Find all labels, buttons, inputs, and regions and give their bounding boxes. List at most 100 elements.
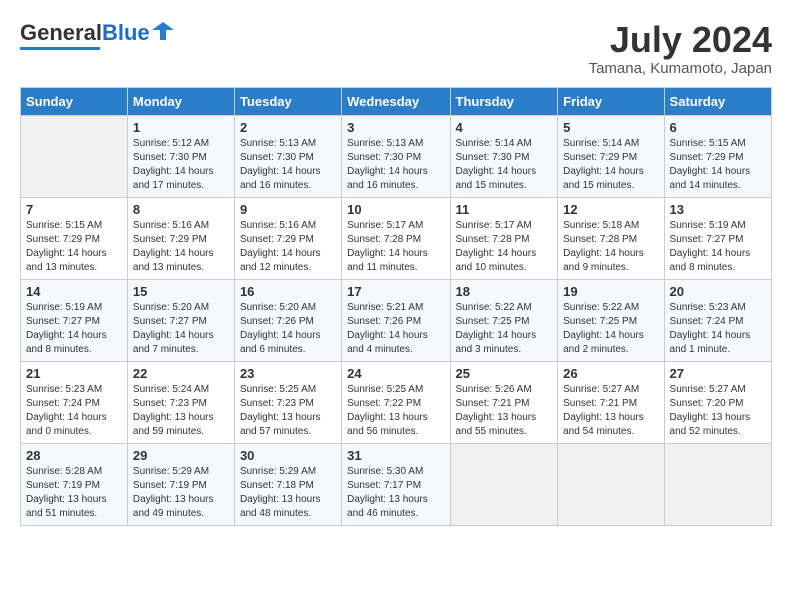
- calendar-day-cell: 6 Sunrise: 5:15 AM Sunset: 7:29 PM Daylig…: [664, 115, 771, 197]
- page-header: GeneralBlue July 2024 Tamana, Kumamoto, …: [20, 20, 772, 77]
- calendar-day-cell: 28Sunrise: 5:28 AM Sunset: 7:19 PM Dayli…: [21, 443, 128, 525]
- day-info: Sunrise: 5:18 AM Sunset: 7:28 PM Dayligh…: [563, 219, 658, 275]
- day-number: 3: [347, 120, 444, 135]
- logo-blue-text: Blue: [102, 20, 150, 45]
- day-info: Sunrise: 5:13 AM Sunset: 7:30 PM Dayligh…: [240, 137, 336, 193]
- day-of-week-header: Monday: [127, 87, 234, 115]
- calendar-day-cell: [450, 443, 558, 525]
- calendar-day-cell: 16Sunrise: 5:20 AM Sunset: 7:26 PM Dayli…: [234, 279, 341, 361]
- day-number: 19: [563, 284, 658, 299]
- day-of-week-header: Thursday: [450, 87, 558, 115]
- calendar-day-cell: 1 Sunrise: 5:12 AM Sunset: 7:30 PM Daylig…: [127, 115, 234, 197]
- calendar-day-cell: 18 Sunrise: 5:22 AM Sunset: 7:25 PM Dayli…: [450, 279, 558, 361]
- calendar-day-cell: 15Sunrise: 5:20 AM Sunset: 7:27 PM Dayli…: [127, 279, 234, 361]
- day-number: 4: [456, 120, 553, 135]
- day-info: Sunrise: 5:17 AM Sunset: 7:28 PM Dayligh…: [456, 219, 553, 275]
- day-number: 22: [133, 366, 229, 381]
- title-block: July 2024 Tamana, Kumamoto, Japan: [589, 20, 772, 77]
- day-info: Sunrise: 5:13 AM Sunset: 7:30 PM Dayligh…: [347, 137, 444, 193]
- location-subtitle: Tamana, Kumamoto, Japan: [589, 60, 772, 77]
- day-info: Sunrise: 5:14 AM Sunset: 7:29 PM Dayligh…: [563, 137, 658, 193]
- calendar-day-cell: 9Sunrise: 5:16 AM Sunset: 7:29 PM Daylig…: [234, 197, 341, 279]
- day-number: 6: [670, 120, 766, 135]
- day-info: Sunrise: 5:26 AM Sunset: 7:21 PM Dayligh…: [456, 383, 553, 439]
- day-number: 8: [133, 202, 229, 217]
- day-info: Sunrise: 5:21 AM Sunset: 7:26 PM Dayligh…: [347, 301, 444, 357]
- day-number: 26: [563, 366, 658, 381]
- day-info: Sunrise: 5:24 AM Sunset: 7:23 PM Dayligh…: [133, 383, 229, 439]
- day-info: Sunrise: 5:19 AM Sunset: 7:27 PM Dayligh…: [670, 219, 766, 275]
- day-of-week-header: Tuesday: [234, 87, 341, 115]
- day-number: 10: [347, 202, 444, 217]
- logo-bird-icon: [152, 20, 174, 42]
- calendar-day-cell: 31Sunrise: 5:30 AM Sunset: 7:17 PM Dayli…: [342, 443, 450, 525]
- day-number: 12: [563, 202, 658, 217]
- day-number: 14: [26, 284, 122, 299]
- calendar-day-cell: 23Sunrise: 5:25 AM Sunset: 7:23 PM Dayli…: [234, 361, 341, 443]
- day-of-week-header: Saturday: [664, 87, 771, 115]
- day-info: Sunrise: 5:22 AM Sunset: 7:25 PM Dayligh…: [456, 301, 553, 357]
- calendar-day-cell: 30Sunrise: 5:29 AM Sunset: 7:18 PM Dayli…: [234, 443, 341, 525]
- calendar-day-cell: 17Sunrise: 5:21 AM Sunset: 7:26 PM Dayli…: [342, 279, 450, 361]
- calendar-day-cell: 27 Sunrise: 5:27 AM Sunset: 7:20 PM Dayli…: [664, 361, 771, 443]
- calendar-day-cell: 29 Sunrise: 5:29 AM Sunset: 7:19 PM Dayli…: [127, 443, 234, 525]
- day-info: Sunrise: 5:28 AM Sunset: 7:19 PM Dayligh…: [26, 465, 122, 521]
- calendar-day-cell: [664, 443, 771, 525]
- day-number: 15: [133, 284, 229, 299]
- calendar-day-cell: 22 Sunrise: 5:24 AM Sunset: 7:23 PM Dayli…: [127, 361, 234, 443]
- day-number: 27: [670, 366, 766, 381]
- calendar-day-cell: 13Sunrise: 5:19 AM Sunset: 7:27 PM Dayli…: [664, 197, 771, 279]
- day-number: 30: [240, 448, 336, 463]
- calendar-day-cell: [21, 115, 128, 197]
- calendar-day-cell: 26 Sunrise: 5:27 AM Sunset: 7:21 PM Dayli…: [558, 361, 664, 443]
- day-info: Sunrise: 5:27 AM Sunset: 7:21 PM Dayligh…: [563, 383, 658, 439]
- logo-general-text: General: [20, 20, 102, 45]
- calendar-day-cell: 20 Sunrise: 5:23 AM Sunset: 7:24 PM Dayli…: [664, 279, 771, 361]
- calendar-day-cell: [558, 443, 664, 525]
- day-number: 11: [456, 202, 553, 217]
- calendar-day-cell: 7Sunrise: 5:15 AM Sunset: 7:29 PM Daylig…: [21, 197, 128, 279]
- day-info: Sunrise: 5:17 AM Sunset: 7:28 PM Dayligh…: [347, 219, 444, 275]
- calendar-week-row: 1 Sunrise: 5:12 AM Sunset: 7:30 PM Daylig…: [21, 115, 772, 197]
- day-of-week-header: Wednesday: [342, 87, 450, 115]
- calendar-table: SundayMondayTuesdayWednesdayThursdayFrid…: [20, 87, 772, 526]
- day-number: 21: [26, 366, 122, 381]
- calendar-week-row: 14Sunrise: 5:19 AM Sunset: 7:27 PM Dayli…: [21, 279, 772, 361]
- calendar-day-cell: 11 Sunrise: 5:17 AM Sunset: 7:28 PM Dayli…: [450, 197, 558, 279]
- day-number: 9: [240, 202, 336, 217]
- day-of-week-header: Sunday: [21, 87, 128, 115]
- day-info: Sunrise: 5:29 AM Sunset: 7:19 PM Dayligh…: [133, 465, 229, 521]
- calendar-week-row: 7Sunrise: 5:15 AM Sunset: 7:29 PM Daylig…: [21, 197, 772, 279]
- day-info: Sunrise: 5:25 AM Sunset: 7:22 PM Dayligh…: [347, 383, 444, 439]
- day-number: 1: [133, 120, 229, 135]
- day-number: 31: [347, 448, 444, 463]
- day-info: Sunrise: 5:16 AM Sunset: 7:29 PM Dayligh…: [133, 219, 229, 275]
- calendar-day-cell: 25Sunrise: 5:26 AM Sunset: 7:21 PM Dayli…: [450, 361, 558, 443]
- day-number: 20: [670, 284, 766, 299]
- day-number: 7: [26, 202, 122, 217]
- day-number: 29: [133, 448, 229, 463]
- calendar-day-cell: 12 Sunrise: 5:18 AM Sunset: 7:28 PM Dayli…: [558, 197, 664, 279]
- day-info: Sunrise: 5:12 AM Sunset: 7:30 PM Dayligh…: [133, 137, 229, 193]
- day-number: 23: [240, 366, 336, 381]
- day-number: 2: [240, 120, 336, 135]
- day-number: 5: [563, 120, 658, 135]
- calendar-day-cell: 5 Sunrise: 5:14 AM Sunset: 7:29 PM Daylig…: [558, 115, 664, 197]
- calendar-day-cell: 14Sunrise: 5:19 AM Sunset: 7:27 PM Dayli…: [21, 279, 128, 361]
- calendar-day-cell: 2 Sunrise: 5:13 AM Sunset: 7:30 PM Daylig…: [234, 115, 341, 197]
- day-info: Sunrise: 5:27 AM Sunset: 7:20 PM Dayligh…: [670, 383, 766, 439]
- logo: GeneralBlue: [20, 20, 174, 50]
- day-info: Sunrise: 5:23 AM Sunset: 7:24 PM Dayligh…: [26, 383, 122, 439]
- day-info: Sunrise: 5:23 AM Sunset: 7:24 PM Dayligh…: [670, 301, 766, 357]
- calendar-day-cell: 21 Sunrise: 5:23 AM Sunset: 7:24 PM Dayli…: [21, 361, 128, 443]
- calendar-day-cell: 3 Sunrise: 5:13 AM Sunset: 7:30 PM Daylig…: [342, 115, 450, 197]
- day-info: Sunrise: 5:15 AM Sunset: 7:29 PM Dayligh…: [670, 137, 766, 193]
- day-number: 24: [347, 366, 444, 381]
- day-number: 18: [456, 284, 553, 299]
- day-of-week-header: Friday: [558, 87, 664, 115]
- calendar-day-cell: 4 Sunrise: 5:14 AM Sunset: 7:30 PM Daylig…: [450, 115, 558, 197]
- calendar-day-cell: 19Sunrise: 5:22 AM Sunset: 7:25 PM Dayli…: [558, 279, 664, 361]
- calendar-header-row: SundayMondayTuesdayWednesdayThursdayFrid…: [21, 87, 772, 115]
- day-info: Sunrise: 5:14 AM Sunset: 7:30 PM Dayligh…: [456, 137, 553, 193]
- calendar-week-row: 21 Sunrise: 5:23 AM Sunset: 7:24 PM Dayli…: [21, 361, 772, 443]
